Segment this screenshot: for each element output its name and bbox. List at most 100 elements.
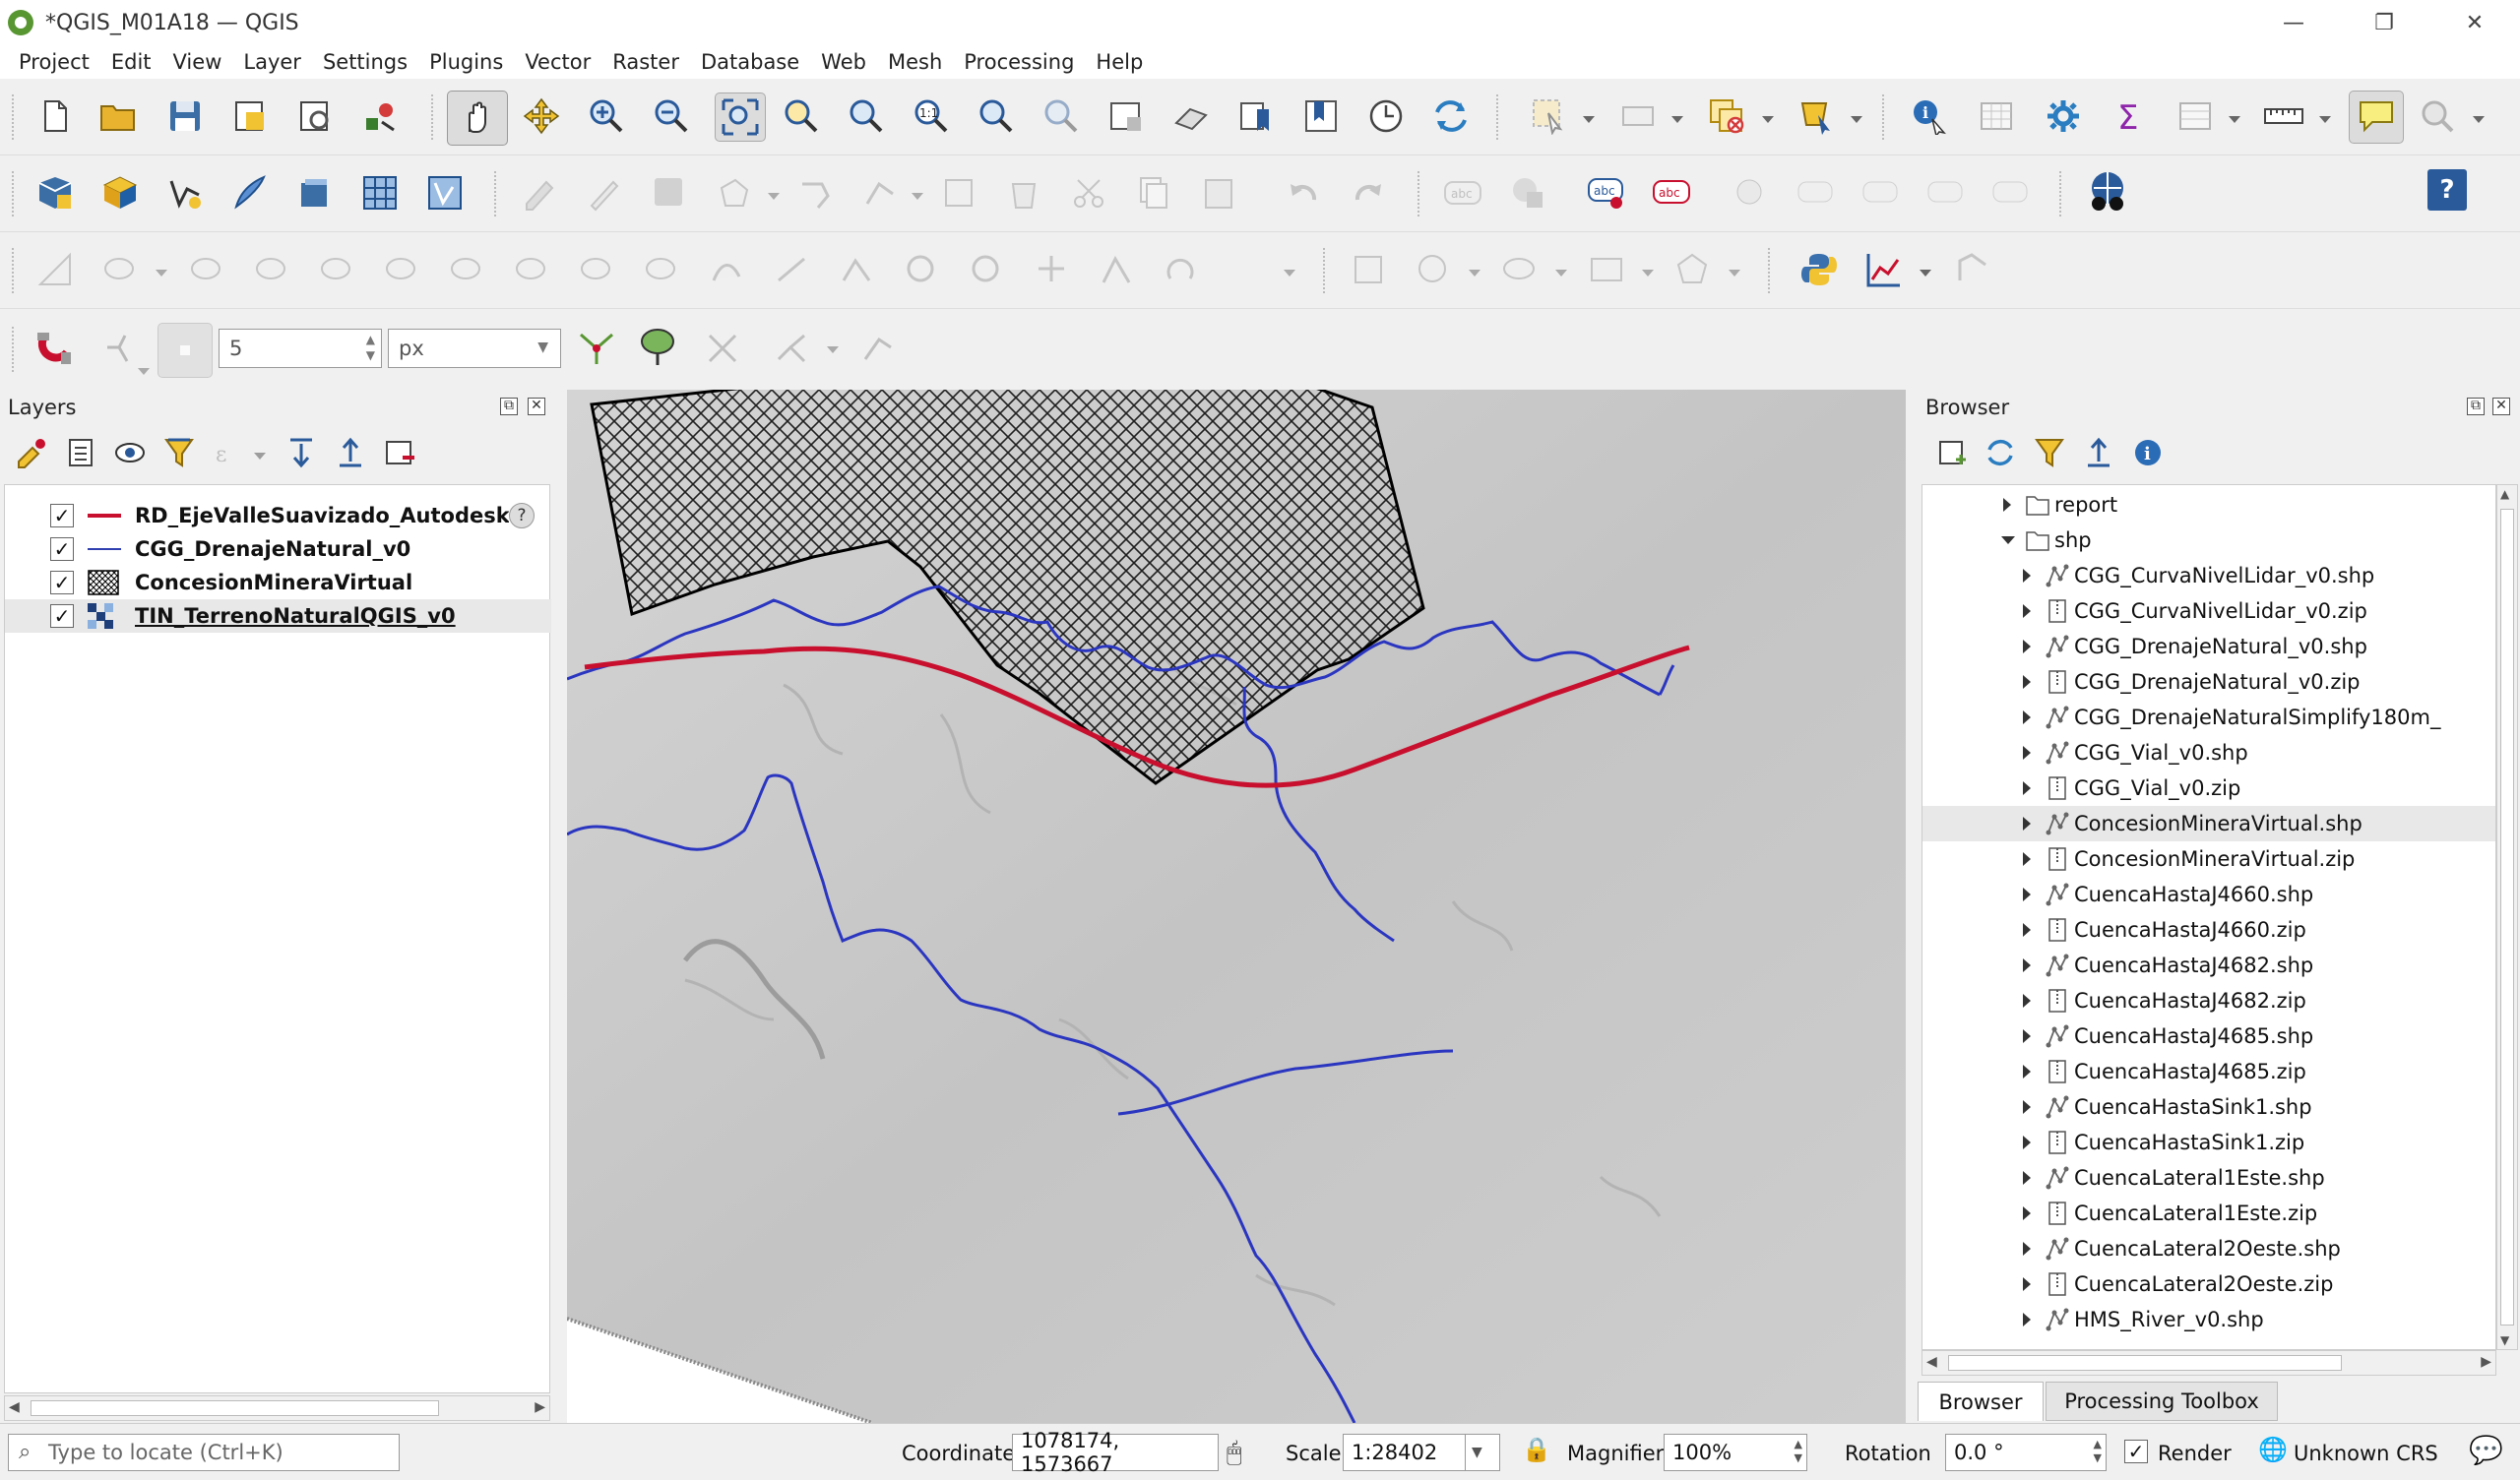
- menu-raster[interactable]: Raster: [612, 50, 679, 74]
- snapping-tolerance-input[interactable]: 5 ▲ ▼: [219, 329, 382, 368]
- delete-part-icon[interactable]: [380, 248, 423, 291]
- add-circle-icon[interactable]: [1412, 248, 1455, 291]
- restore-button[interactable]: ❐: [2339, 0, 2429, 45]
- menu-edit[interactable]: Edit: [111, 50, 152, 74]
- browser-item[interactable]: CuencaHastaSink1.zip: [1922, 1125, 2495, 1160]
- redo-icon[interactable]: [1347, 171, 1390, 215]
- rotate-feature-icon[interactable]: [1160, 248, 1203, 291]
- collapsed-arrow-icon[interactable]: [2023, 746, 2031, 760]
- save-layer-edits-icon[interactable]: [648, 171, 691, 215]
- delete-selected-icon[interactable]: [1002, 171, 1045, 215]
- horizontal-scrollbar[interactable]: ◀ ▶: [4, 1395, 550, 1421]
- select-by-value-icon[interactable]: [1616, 94, 1660, 138]
- split-parts-icon[interactable]: [1095, 248, 1138, 291]
- refresh-icon[interactable]: [1429, 94, 1473, 138]
- reverse-line-icon[interactable]: [575, 248, 618, 291]
- new-map-view-icon[interactable]: [1104, 94, 1148, 138]
- collapsed-arrow-icon[interactable]: [2023, 817, 2031, 831]
- self-snapping-icon[interactable]: [701, 327, 744, 370]
- collapsed-arrow-icon[interactable]: [2023, 1206, 2031, 1220]
- collapsed-arrow-icon[interactable]: [2023, 852, 2031, 866]
- quickmapservices-icon[interactable]: [2085, 169, 2128, 213]
- browser-item[interactable]: CGG_DrenajeNatural_v0.shp: [1922, 629, 2495, 664]
- add-rectangle-icon[interactable]: [1585, 248, 1628, 291]
- browser-item[interactable]: ConcesionMineraVirtual.zip: [1922, 841, 2495, 877]
- map-canvas[interactable]: [567, 390, 1906, 1423]
- snapping-type-icon[interactable]: [158, 323, 213, 378]
- browser-horizontal-scrollbar[interactable]: ◀ ▶: [1922, 1350, 2496, 1376]
- collapse-all-browser-icon[interactable]: [2077, 431, 2120, 474]
- menu-plugins[interactable]: Plugins: [429, 50, 503, 74]
- toggle-extents-icon[interactable]: 🖱: [1227, 1438, 1242, 1468]
- zoom-native-icon[interactable]: 1:1: [910, 94, 953, 138]
- collapse-all-icon[interactable]: [329, 431, 372, 474]
- rotate-point-symbols-icon[interactable]: [900, 248, 943, 291]
- enable-snapping-icon[interactable]: [33, 327, 77, 370]
- remove-layer-icon[interactable]: [378, 431, 421, 474]
- layer-visibility-checkbox[interactable]: ✓: [50, 504, 74, 527]
- open-attribute-table-icon[interactable]: [1975, 94, 2018, 138]
- layer-row-ejevalle[interactable]: ✓ RD_EjeValleSuavizado_AutodeskCivil3D ?: [5, 499, 551, 532]
- layer-visibility-checkbox[interactable]: ✓: [50, 537, 74, 561]
- browser-item[interactable]: ConcesionMineraVirtual.shp: [1922, 806, 2495, 841]
- browser-item[interactable]: CGG_Vial_v0.shp: [1922, 735, 2495, 771]
- pan-map-icon[interactable]: [447, 91, 508, 146]
- menu-project[interactable]: Project: [19, 50, 90, 74]
- float-panel-icon[interactable]: ⧉: [500, 398, 518, 415]
- menu-view[interactable]: View: [173, 50, 222, 74]
- zoom-last-icon[interactable]: [975, 94, 1018, 138]
- collapsed-arrow-icon[interactable]: [2023, 1100, 2031, 1114]
- snapping-unit-select[interactable]: px ▼: [388, 329, 561, 368]
- delete-ring-icon[interactable]: [315, 248, 358, 291]
- temporal-controller-icon[interactable]: [1364, 94, 1408, 138]
- browser-item[interactable]: CuencaHastaJ4685.zip: [1922, 1054, 2495, 1089]
- profile-tool-icon[interactable]: [1862, 248, 1906, 291]
- digitize-with-segment-icon[interactable]: [793, 171, 837, 215]
- offset-point-symbols-icon[interactable]: [965, 248, 1008, 291]
- menu-web[interactable]: Web: [821, 50, 866, 74]
- statistical-summary-icon[interactable]: Σ: [2109, 94, 2152, 138]
- tab-processing-toolbox[interactable]: Processing Toolbox: [2046, 1382, 2278, 1421]
- show-hide-labels-icon[interactable]: [1794, 171, 1837, 215]
- highlight-pinned-labels-icon[interactable]: [1729, 171, 1772, 215]
- add-selected-layers-icon[interactable]: [1929, 431, 1973, 474]
- new-virtual-layer-icon[interactable]: [293, 171, 337, 215]
- browser-item[interactable]: HMS_River_v0.shp: [1922, 1302, 2495, 1337]
- tab-browser[interactable]: Browser: [1918, 1382, 2044, 1421]
- lock-scale-icon[interactable]: 🔒: [1522, 1436, 1551, 1463]
- filter-browser-icon[interactable]: [2028, 431, 2071, 474]
- add-vector-tile-layer-icon[interactable]: [423, 171, 467, 215]
- merge-features-icon[interactable]: [835, 248, 878, 291]
- close-window-button[interactable]: ✕: [2429, 0, 2520, 45]
- data-source-manager-icon[interactable]: [33, 171, 77, 215]
- browser-item[interactable]: CuencaHastaJ4682.zip: [1922, 983, 2495, 1018]
- browser-item[interactable]: report: [1922, 487, 2495, 523]
- new-spatialite-layer-icon[interactable]: [228, 171, 272, 215]
- toggle-editing-icon[interactable]: [583, 171, 626, 215]
- browser-item[interactable]: CuencaHastaJ4660.zip: [1922, 912, 2495, 948]
- crs-globe-icon[interactable]: 🌐: [2258, 1436, 2288, 1463]
- menu-layer[interactable]: Layer: [243, 50, 301, 74]
- simplify-feature-icon[interactable]: [705, 248, 748, 291]
- layer-diagram-options-icon[interactable]: abc: [1650, 171, 1693, 215]
- browser-item[interactable]: CGG_CurvaNivelLidar_v0.zip: [1922, 593, 2495, 629]
- collapsed-arrow-icon[interactable]: [2023, 1065, 2031, 1079]
- menu-processing[interactable]: Processing: [964, 50, 1074, 74]
- browser-item[interactable]: CuencaHastaJ4685.shp: [1922, 1018, 2495, 1054]
- deselect-features-icon[interactable]: [1705, 94, 1748, 138]
- zoom-full-icon[interactable]: [715, 92, 766, 142]
- help-question-icon[interactable]: ?: [509, 503, 535, 528]
- avoid-overlap-icon[interactable]: [856, 327, 900, 370]
- new-3d-map-view-icon[interactable]: [1169, 94, 1213, 138]
- split-features-icon[interactable]: [770, 248, 813, 291]
- browser-item[interactable]: CGG_CurvaNivelLidar_v0.shp: [1922, 558, 2495, 593]
- collapsed-arrow-icon[interactable]: [2023, 710, 2031, 724]
- snapping-on-intersection-icon[interactable]: [638, 325, 681, 368]
- add-wms-layer-icon[interactable]: [358, 171, 402, 215]
- collapsed-arrow-icon[interactable]: [2023, 1136, 2031, 1149]
- snapping-layers-icon[interactable]: [100, 327, 144, 370]
- select-location-icon[interactable]: [1796, 94, 1839, 138]
- help-whats-this-icon[interactable]: ?: [2427, 169, 2467, 211]
- tracing-icon[interactable]: [770, 327, 813, 370]
- browser-item[interactable]: shp: [1922, 523, 2495, 558]
